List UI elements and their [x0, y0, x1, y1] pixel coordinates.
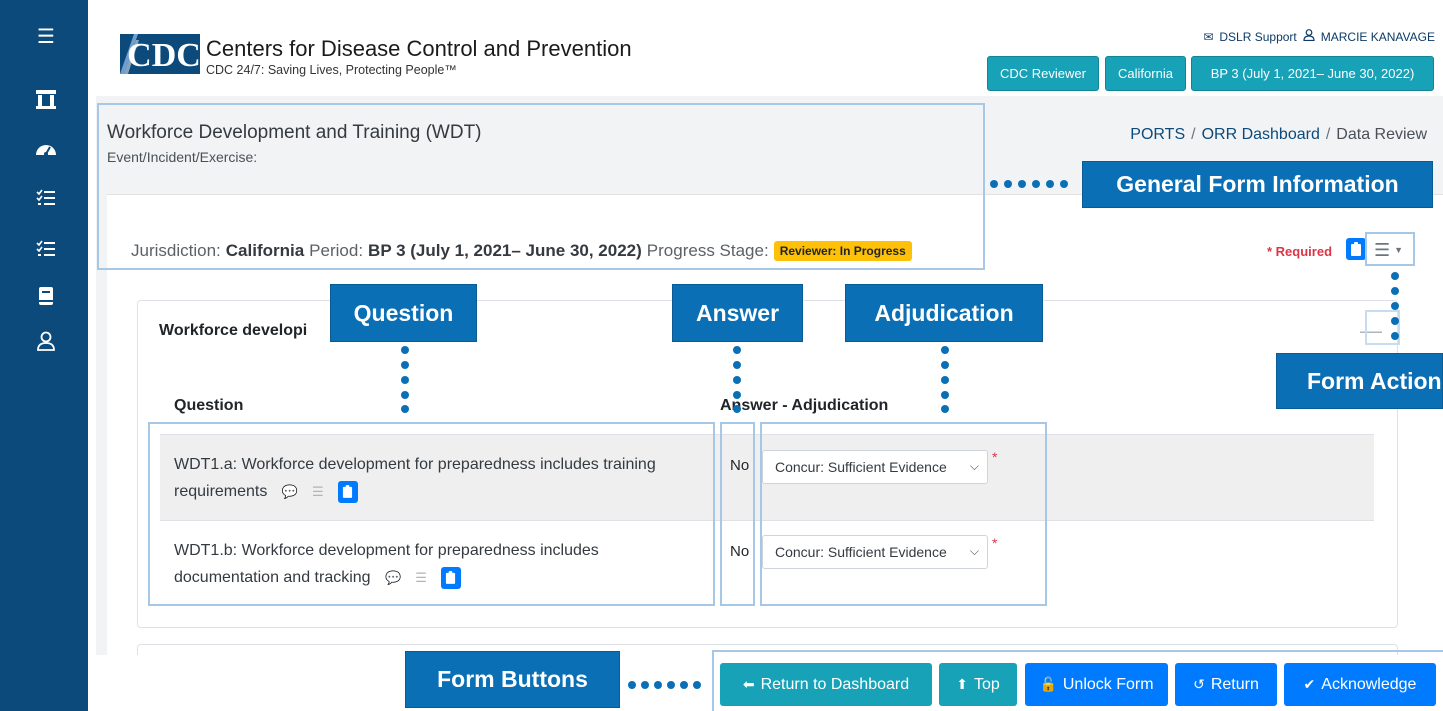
user-name-link[interactable]: MARCIE KANAVAGE	[1321, 30, 1435, 44]
org-tagline: CDC 24/7: Saving Lives, Protecting Peopl…	[206, 63, 457, 77]
clipboard-button[interactable]	[1346, 238, 1366, 260]
breadcrumb-orr-dashboard[interactable]: ORR Dashboard	[1202, 126, 1320, 143]
checklist-icon[interactable]	[34, 187, 58, 209]
required-legend: * Required	[1267, 244, 1333, 259]
general-info-highlight	[97, 103, 985, 270]
user-icon	[1303, 29, 1315, 44]
role-button[interactable]: CDC Reviewer	[987, 56, 1099, 91]
form-buttons-highlight	[712, 650, 1443, 711]
annotation-adjudication: Adjudication	[845, 284, 1043, 342]
annotation-question: Question	[330, 284, 477, 342]
dashboard-icon[interactable]	[34, 138, 58, 160]
cdc-logo[interactable]: CDC	[120, 28, 200, 78]
envelope-icon: ✉	[1203, 29, 1214, 44]
org-name: Centers for Disease Control and Preventi…	[206, 36, 632, 61]
section-title: Workforce developi	[159, 322, 308, 339]
breadcrumb: PORTS / ORR Dashboard / Data Review	[1130, 126, 1427, 143]
book-icon[interactable]	[34, 285, 58, 307]
jurisdiction-button[interactable]: California	[1105, 56, 1186, 91]
left-nav-sidebar: ☰	[0, 0, 88, 711]
menu-icon[interactable]: ☰	[34, 26, 58, 48]
annotation-form-action: Form Action	[1276, 353, 1443, 409]
svg-text:CDC: CDC	[127, 37, 200, 74]
answer-highlight	[720, 422, 755, 606]
annotation-form-buttons: Form Buttons	[405, 651, 620, 708]
question-highlight	[148, 422, 715, 606]
breadcrumb-data-review: Data Review	[1336, 126, 1427, 143]
question-column-header: Question	[174, 397, 244, 414]
annotation-answer: Answer	[672, 284, 803, 342]
user-icon[interactable]	[34, 330, 58, 352]
adjudication-highlight	[760, 422, 1047, 606]
period-button[interactable]: BP 3 (July 1, 2021– June 30, 2022)	[1191, 56, 1434, 91]
checklist-icon[interactable]	[34, 238, 58, 260]
institution-icon[interactable]	[34, 88, 58, 110]
annotation-general-form-info: General Form Information	[1082, 161, 1433, 208]
header-links: ✉ DSLR Support MARCIE KANAVAGE	[1203, 29, 1435, 44]
clipboard-icon	[1351, 242, 1361, 256]
breadcrumb-ports[interactable]: PORTS	[1130, 126, 1185, 143]
support-link[interactable]: DSLR Support	[1219, 30, 1296, 44]
form-action-highlight	[1365, 232, 1415, 266]
answer-column-header: Answer - Adjudication	[720, 397, 889, 414]
